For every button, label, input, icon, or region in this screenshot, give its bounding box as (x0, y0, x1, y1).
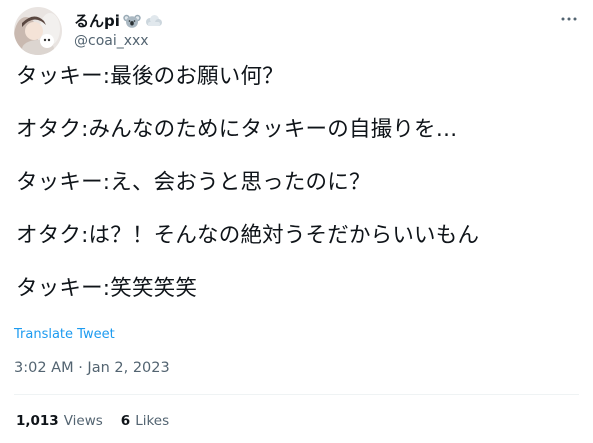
likes-stat[interactable]: 6 Likes (121, 413, 169, 429)
views-count: 1,013 (16, 413, 59, 429)
tweet-line: タッキー:え、会おうと思ったのに？ (16, 170, 371, 195)
likes-count: 6 (120, 413, 131, 429)
avatar[interactable] (14, 7, 62, 55)
likes-label: Likes (135, 413, 170, 429)
tweet-timestamp[interactable]: 3:02 AM · Jan 2, 2023 (14, 360, 170, 376)
views-stat[interactable]: 1,013 Views (16, 413, 103, 429)
tweet-text: タッキー:最後のお願い何？ オタク:みんなのためにタッキーの自撮りを… タッキー… (16, 62, 581, 304)
divider (14, 394, 579, 395)
more-options-icon[interactable] (559, 12, 579, 26)
tweet-line: オタク:みんなのためにタッキーの自撮りを… (16, 117, 458, 142)
tweet-card: るんpi @coai_xxx タッキー:最後のお願い何？ オタク:みんなのために… (0, 0, 593, 443)
tweet-line: オタク:は？！そんなの絶対うそだからいいもん (16, 223, 480, 248)
cloud-icon (144, 14, 163, 28)
views-label: Views (63, 413, 103, 429)
user-handle[interactable]: @coai_xxx (74, 33, 149, 49)
display-name[interactable]: るんpi (74, 10, 120, 31)
tweet-line: タッキー:笑笑笑笑 (16, 276, 198, 301)
translate-tweet-link[interactable]: Translate Tweet (14, 327, 115, 342)
koala-icon (123, 13, 141, 29)
tweet-line: タッキー:最後のお願い何？ (16, 64, 284, 89)
author-name-row[interactable]: るんpi (74, 10, 163, 31)
tweet-stats: 1,013 Views 6 Likes (16, 413, 169, 429)
